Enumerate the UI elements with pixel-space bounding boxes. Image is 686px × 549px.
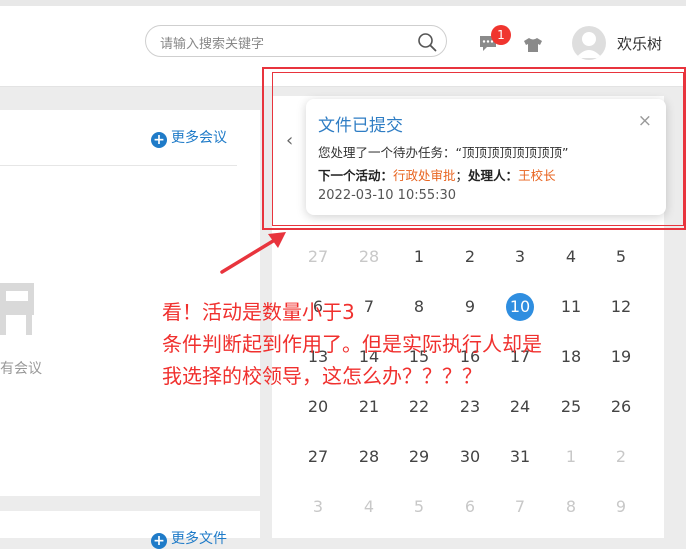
calendar-day[interactable]: 11 xyxy=(554,294,588,320)
next-activity-label: 下一个活动： xyxy=(318,168,394,183)
calendar-day[interactable]: 27 xyxy=(301,444,335,470)
calendar-day[interactable]: 25 xyxy=(554,394,588,420)
divider xyxy=(0,165,237,166)
more-files-link[interactable]: + 更多文件 xyxy=(151,528,227,549)
annotation-arrow-icon xyxy=(220,232,286,274)
user-avatar-icon xyxy=(576,32,602,58)
search-input[interactable]: 请输入搜索关键字 xyxy=(145,25,447,57)
calendar-day[interactable]: 23 xyxy=(453,394,487,420)
next-activity-value: 行政处审批 xyxy=(393,168,456,183)
empty-meeting-icon xyxy=(0,283,34,335)
calendar-day[interactable]: 26 xyxy=(604,394,638,420)
annotation-text: 看！活动是数量小于3 条件判断起到作用了。但是实际执行人却是 我选择的校领导，这… xyxy=(162,296,542,392)
calendar-day[interactable]: 4 xyxy=(352,494,386,520)
plus-circle-icon: + xyxy=(151,132,167,148)
calendar-day[interactable]: 31 xyxy=(503,444,537,470)
message-prefix: 您处理了一个待办任务： xyxy=(318,145,456,160)
calendar-day[interactable]: 2 xyxy=(604,444,638,470)
calendar-day[interactable]: 12 xyxy=(604,294,638,320)
calendar-day[interactable]: 4 xyxy=(554,244,588,270)
calendar-day[interactable]: 22 xyxy=(402,394,436,420)
annotation-line-3: 我选择的校领导，这怎么办？？？？ xyxy=(162,364,482,388)
message-count-badge: 1 xyxy=(491,25,511,45)
calendar-day[interactable]: 6 xyxy=(453,494,487,520)
calendar-day[interactable]: 29 xyxy=(402,444,436,470)
calendar-day[interactable]: 7 xyxy=(503,494,537,520)
calendar-day[interactable]: 21 xyxy=(352,394,386,420)
calendar-day[interactable]: 5 xyxy=(604,244,638,270)
calendar-day[interactable]: 28 xyxy=(352,444,386,470)
annotation-line-2: 条件判断起到作用了。但是实际执行人却是 xyxy=(162,332,542,356)
annotation-line-1: 看！活动是数量小于3 xyxy=(162,300,355,324)
calendar-day[interactable]: 1 xyxy=(554,444,588,470)
notification-next-step: 下一个活动：行政处审批；处理人：王校长 xyxy=(318,165,556,184)
handler-label: 处理人： xyxy=(468,168,519,183)
calendar-day[interactable]: 8 xyxy=(554,494,588,520)
empty-meeting-text: 有会议 xyxy=(0,361,42,377)
calendar-day[interactable]: 30 xyxy=(453,444,487,470)
username[interactable]: 欢乐树 xyxy=(617,33,662,54)
calendar-day[interactable]: 1 xyxy=(402,244,436,270)
calendar-day[interactable]: 3 xyxy=(503,244,537,270)
calendar-day[interactable]: 27 xyxy=(301,244,335,270)
calendar-day[interactable]: 28 xyxy=(352,244,386,270)
notification-time: 2022-03-10 10:55:30 xyxy=(318,188,457,203)
calendar-day[interactable]: 3 xyxy=(301,494,335,520)
plus-circle-icon: + xyxy=(151,533,167,549)
calendar-day[interactable]: 24 xyxy=(503,394,537,420)
more-meetings-label: 更多会议 xyxy=(171,130,227,146)
skin-shirt-icon[interactable] xyxy=(523,37,543,53)
calendar-day[interactable]: 18 xyxy=(554,344,588,370)
task-name: “顶顶顶顶顶顶顶顶” xyxy=(455,145,569,160)
search-placeholder: 请输入搜索关键字 xyxy=(160,37,265,52)
calendar-day[interactable]: 19 xyxy=(604,344,638,370)
more-files-label: 更多文件 xyxy=(171,531,227,547)
avatar[interactable] xyxy=(572,26,606,60)
separator: ； xyxy=(455,168,469,183)
close-icon[interactable]: × xyxy=(638,111,652,131)
calendar-day[interactable]: 5 xyxy=(402,494,436,520)
calendar-day[interactable]: 20 xyxy=(301,394,335,420)
handler-value: 王校长 xyxy=(518,168,556,183)
calendar-day[interactable]: 2 xyxy=(453,244,487,270)
search-icon[interactable] xyxy=(417,32,437,52)
more-meetings-link[interactable]: + 更多会议 xyxy=(151,127,227,148)
calendar-day[interactable]: 9 xyxy=(604,494,638,520)
notification-title: 文件已提交 xyxy=(318,116,403,136)
notification-toast: 文件已提交 × 您处理了一个待办任务：“顶顶顶顶顶顶顶顶” 下一个活动：行政处审… xyxy=(306,99,666,215)
notification-message: 您处理了一个待办任务：“顶顶顶顶顶顶顶顶” xyxy=(318,142,568,161)
